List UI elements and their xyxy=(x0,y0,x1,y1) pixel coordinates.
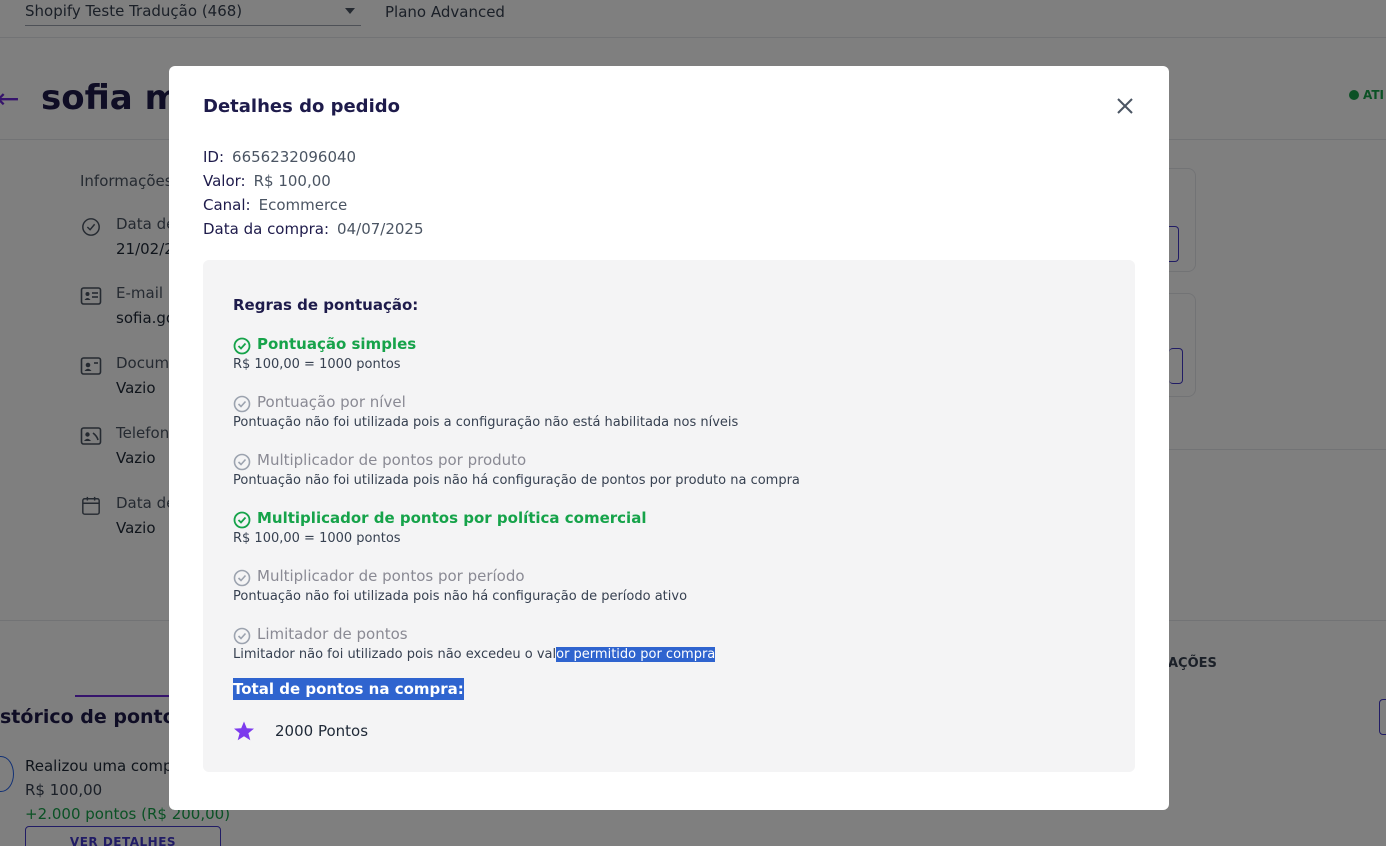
field-label: Data da compra: xyxy=(203,220,330,238)
order-date-row: Data da compra: 04/07/2025 xyxy=(203,220,424,238)
rule-description: R$ 100,00 = 1000 pontos xyxy=(233,357,401,372)
rule-description: Pontuação não foi utilizada pois não há … xyxy=(233,589,688,604)
modal-title: Detalhes do pedido xyxy=(203,96,400,117)
rule-name: Multiplicador de pontos por período xyxy=(257,567,525,585)
total-points-value: 2000 Pontos xyxy=(275,722,369,740)
field-value: 04/07/2025 xyxy=(337,220,424,238)
close-icon[interactable] xyxy=(1115,96,1135,116)
check-circle-icon xyxy=(233,511,251,529)
field-value: Ecommerce xyxy=(258,196,348,214)
field-label: ID: xyxy=(203,148,225,166)
check-circle-icon xyxy=(233,453,251,471)
rule-description-text: Limitador não foi utilizado pois não exc… xyxy=(233,647,557,662)
check-circle-icon xyxy=(233,395,251,413)
rules-title: Regras de pontuação: xyxy=(233,296,419,314)
rule-description: Limitador não foi utilizado pois não exc… xyxy=(233,647,1113,662)
field-value: 6656232096040 xyxy=(232,148,357,166)
order-id-row: ID: 6656232096040 xyxy=(203,148,356,166)
total-points-title: Total de pontos na compra: xyxy=(233,678,464,700)
star-icon xyxy=(234,721,254,741)
field-label: Canal: xyxy=(203,196,251,214)
rule-name: Multiplicador de pontos por política com… xyxy=(257,509,647,527)
rule-item: Multiplicador de pontos por período Pont… xyxy=(233,567,1113,604)
rule-name: Pontuação por nível xyxy=(257,393,406,411)
check-circle-icon xyxy=(233,627,251,645)
field-value: R$ 100,00 xyxy=(253,172,331,190)
rule-name: Pontuação simples xyxy=(257,335,417,353)
rule-item: Multiplicador de pontos por política com… xyxy=(233,509,1113,546)
rule-item: Pontuação por nível Pontuação não foi ut… xyxy=(233,393,1113,430)
order-value-row: Valor: R$ 100,00 xyxy=(203,172,331,190)
scoring-rules-panel: Regras de pontuação: Pontuação simples R… xyxy=(203,260,1135,772)
check-circle-icon xyxy=(233,569,251,587)
rule-description: Pontuação não foi utilizada pois a confi… xyxy=(233,415,739,430)
selected-text: or permitido por compra xyxy=(556,647,716,662)
rule-name: Multiplicador de pontos por produto xyxy=(257,451,527,469)
order-details-modal: Detalhes do pedido ID: 6656232096040 Valo… xyxy=(169,66,1169,810)
rule-item: Pontuação simples R$ 100,00 = 1000 ponto… xyxy=(233,335,1113,372)
check-circle-icon xyxy=(233,337,251,355)
rule-description: R$ 100,00 = 1000 pontos xyxy=(233,531,401,546)
field-label: Valor: xyxy=(203,172,246,190)
rule-name: Limitador de pontos xyxy=(257,625,408,643)
rule-item: Limitador de pontos Limitador não foi ut… xyxy=(233,625,1113,662)
rule-item: Multiplicador de pontos por produto Pont… xyxy=(233,451,1113,488)
close-button[interactable] xyxy=(1115,96,1135,116)
order-channel-row: Canal: Ecommerce xyxy=(203,196,347,214)
rule-description: Pontuação não foi utilizada pois não há … xyxy=(233,473,800,488)
